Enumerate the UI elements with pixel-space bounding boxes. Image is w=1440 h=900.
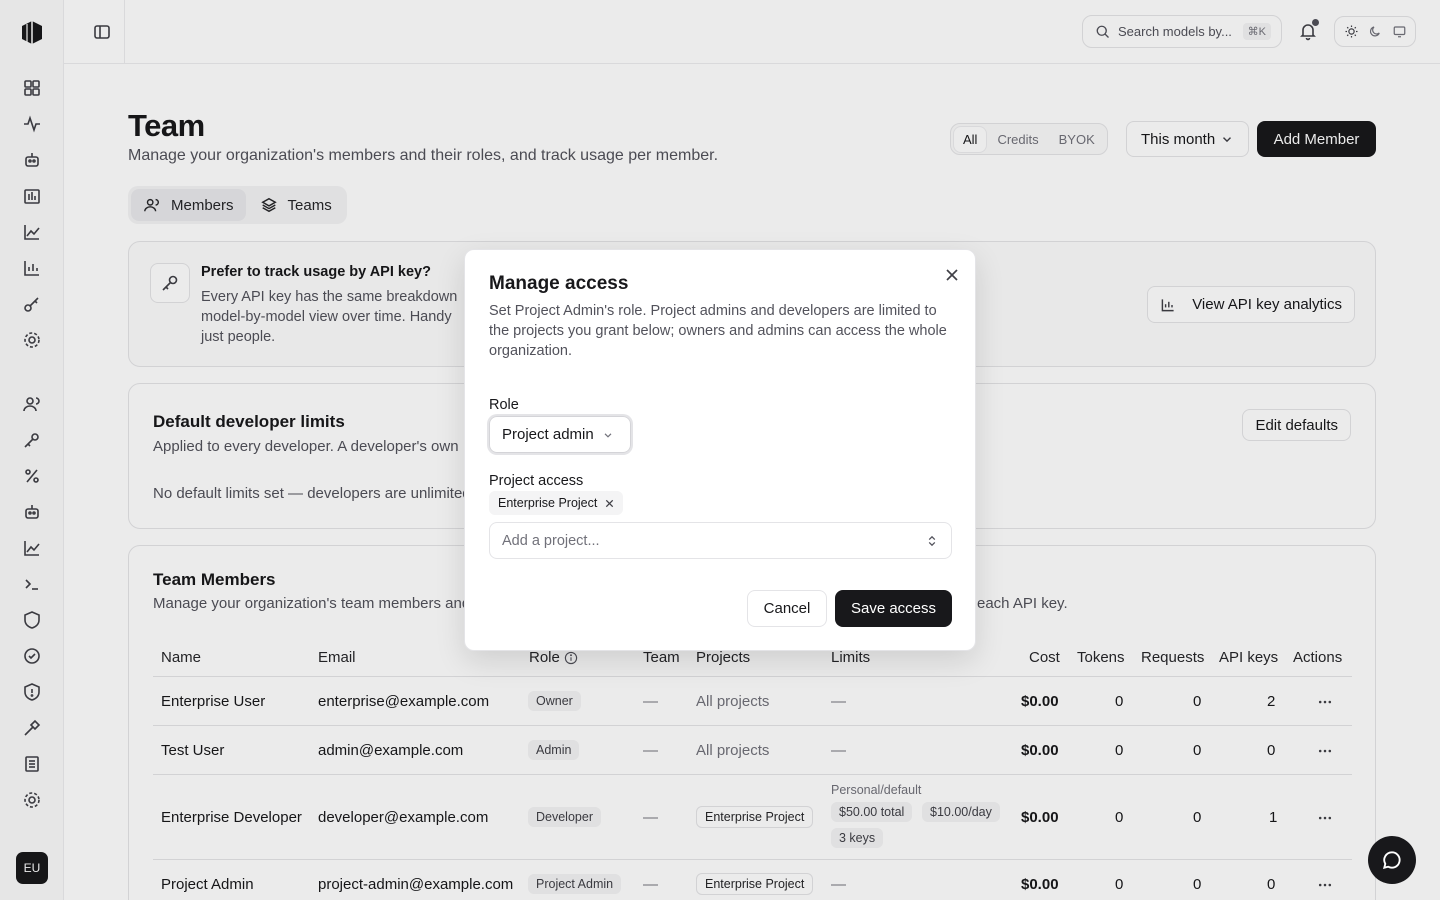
close-icon[interactable]	[945, 268, 959, 282]
chevron-down-icon	[604, 432, 612, 438]
chat-button[interactable]	[1368, 836, 1416, 884]
chevrons-up-down-icon	[928, 535, 936, 546]
cancel-button[interactable]: Cancel	[747, 590, 827, 627]
chat-bubble-icon	[1383, 851, 1401, 869]
add-project-combobox[interactable]: Add a project...	[489, 522, 952, 559]
project-chip-label: Enterprise Project	[498, 496, 598, 510]
manage-access-dialog: Manage access Set Project Admin's role. …	[464, 249, 976, 651]
save-access-button[interactable]: Save access	[835, 590, 952, 627]
role-select[interactable]: Project admin	[489, 416, 631, 453]
project-chip: Enterprise Project	[489, 491, 624, 515]
remove-chip-icon[interactable]	[605, 499, 614, 508]
project-access-label: Project access	[489, 473, 584, 489]
dialog-title: Manage access	[489, 273, 629, 294]
role-label: Role	[489, 397, 519, 413]
role-select-value: Project admin	[502, 426, 594, 443]
dialog-description: Set Project Admin's role. Project admins…	[489, 303, 947, 359]
add-project-placeholder: Add a project...	[502, 532, 600, 549]
